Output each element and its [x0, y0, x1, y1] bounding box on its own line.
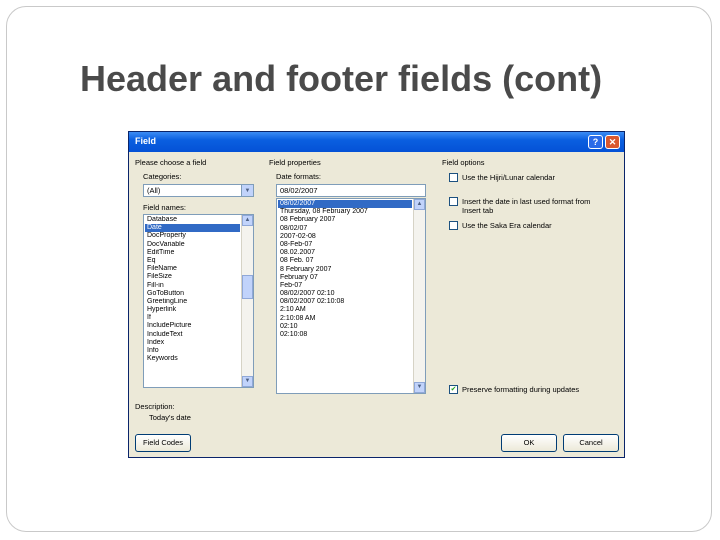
field-name-item[interactable]: IncludePicture: [145, 322, 240, 330]
date-format-item[interactable]: 08/02/2007 02:10: [278, 290, 412, 298]
field-name-item[interactable]: FileSize: [145, 273, 240, 281]
field-name-item[interactable]: Fill-in: [145, 282, 240, 290]
scroll-down-icon[interactable]: ▼: [414, 382, 425, 393]
description-text: Today's date: [149, 413, 191, 422]
date-formats-list[interactable]: 08/02/2007 Thursday, 08 February 2007 08 F…: [276, 198, 426, 394]
field-options-label: Field options: [442, 158, 485, 167]
field-names-label: Field names:: [143, 203, 186, 212]
cancel-button[interactable]: Cancel: [563, 434, 619, 452]
date-format-item[interactable]: 2007-02-08: [278, 233, 412, 241]
field-name-item[interactable]: GreetingLine: [145, 298, 240, 306]
categories-label: Categories:: [143, 172, 182, 181]
last-used-format-label: Insert the date in last used format from…: [462, 197, 591, 215]
hijri-checkbox[interactable]: [449, 173, 458, 182]
scroll-down-icon[interactable]: ▼: [242, 376, 253, 387]
date-format-item[interactable]: 08 February 2007: [278, 216, 412, 224]
date-format-item[interactable]: Thursday, 08 February 2007: [278, 208, 412, 216]
date-format-item[interactable]: 2:10 AM: [278, 306, 412, 314]
field-names-list[interactable]: Database Date DocProperty DocVariable EditTi…: [143, 214, 254, 388]
field-name-item[interactable]: EditTime: [145, 249, 240, 257]
field-names-scrollbar[interactable]: ▲ ▼: [241, 215, 253, 387]
date-format-item[interactable]: February 07: [278, 274, 412, 282]
categories-dropdown[interactable]: (All) ▼: [143, 184, 254, 197]
field-properties-label: Field properties: [269, 158, 321, 167]
field-name-item[interactable]: GoToButton: [145, 290, 240, 298]
date-formats-scrollbar[interactable]: ▲ ▼: [413, 199, 425, 393]
saka-checkbox[interactable]: [449, 221, 458, 230]
date-format-item[interactable]: 02:10:08: [278, 331, 412, 339]
field-name-item[interactable]: Info: [145, 347, 240, 355]
date-format-item[interactable]: 08/02/2007: [278, 200, 412, 209]
date-format-item[interactable]: 08.02.2007: [278, 249, 412, 257]
field-codes-button[interactable]: Field Codes: [135, 434, 191, 452]
description-label: Description:: [135, 402, 175, 411]
date-format-item[interactable]: Feb-07: [278, 282, 412, 290]
hijri-option-label: Use the Hijri/Lunar calendar: [462, 173, 555, 182]
date-format-field[interactable]: 08/02/2007: [276, 184, 426, 197]
date-format-item[interactable]: 08 Feb. 07: [278, 257, 412, 265]
date-formats-label: Date formats:: [276, 172, 322, 181]
field-name-item[interactable]: Hyperlink: [145, 306, 240, 314]
close-button[interactable]: ✕: [605, 135, 620, 149]
choose-field-label: Please choose a field: [135, 158, 207, 167]
field-name-item[interactable]: IncludeText: [145, 331, 240, 339]
date-format-item[interactable]: 08-Feb-07: [278, 241, 412, 249]
last-used-format-checkbox[interactable]: [449, 197, 458, 206]
help-button[interactable]: ?: [588, 135, 603, 149]
slide-title: Header and footer fields (cont): [80, 58, 603, 99]
scroll-thumb[interactable]: [242, 275, 253, 299]
field-name-item[interactable]: Date: [145, 224, 240, 233]
date-format-item[interactable]: 2:10:08 AM: [278, 315, 412, 323]
date-format-item[interactable]: 08/02/07: [278, 225, 412, 233]
saka-option-label: Use the Saka Era calendar: [462, 221, 552, 230]
field-name-item[interactable]: If: [145, 314, 240, 322]
scroll-up-icon[interactable]: ▲: [414, 199, 425, 210]
field-names-rows: Database Date DocProperty DocVariable EditTi…: [145, 216, 240, 363]
field-name-item[interactable]: Keywords: [145, 355, 240, 363]
field-name-item[interactable]: DocProperty: [145, 232, 240, 240]
date-format-item[interactable]: 02:10: [278, 323, 412, 331]
field-name-item[interactable]: DocVariable: [145, 241, 240, 249]
field-name-item[interactable]: Eq: [145, 257, 240, 265]
date-format-item[interactable]: 08/02/2007 02:10:08: [278, 298, 412, 306]
field-name-item[interactable]: Index: [145, 339, 240, 347]
date-format-value: 08/02/2007: [280, 186, 318, 195]
preserve-formatting-label: Preserve formatting during updates: [462, 385, 580, 394]
ok-button[interactable]: OK: [501, 434, 557, 452]
field-name-item[interactable]: Database: [145, 216, 240, 224]
field-dialog: Field ? ✕ Please choose a field Categori…: [128, 131, 625, 458]
field-name-item[interactable]: FileName: [145, 265, 240, 273]
preserve-formatting-checkbox[interactable]: ✔: [449, 385, 458, 394]
date-format-item[interactable]: 8 February 2007: [278, 266, 412, 274]
dialog-titlebar[interactable]: Field ? ✕: [129, 132, 624, 152]
scroll-up-icon[interactable]: ▲: [242, 215, 253, 226]
dialog-title: Field: [135, 136, 157, 146]
chevron-down-icon[interactable]: ▼: [241, 185, 253, 196]
date-formats-rows: 08/02/2007 Thursday, 08 February 2007 08 F…: [278, 200, 412, 339]
categories-value: (All): [147, 186, 161, 195]
